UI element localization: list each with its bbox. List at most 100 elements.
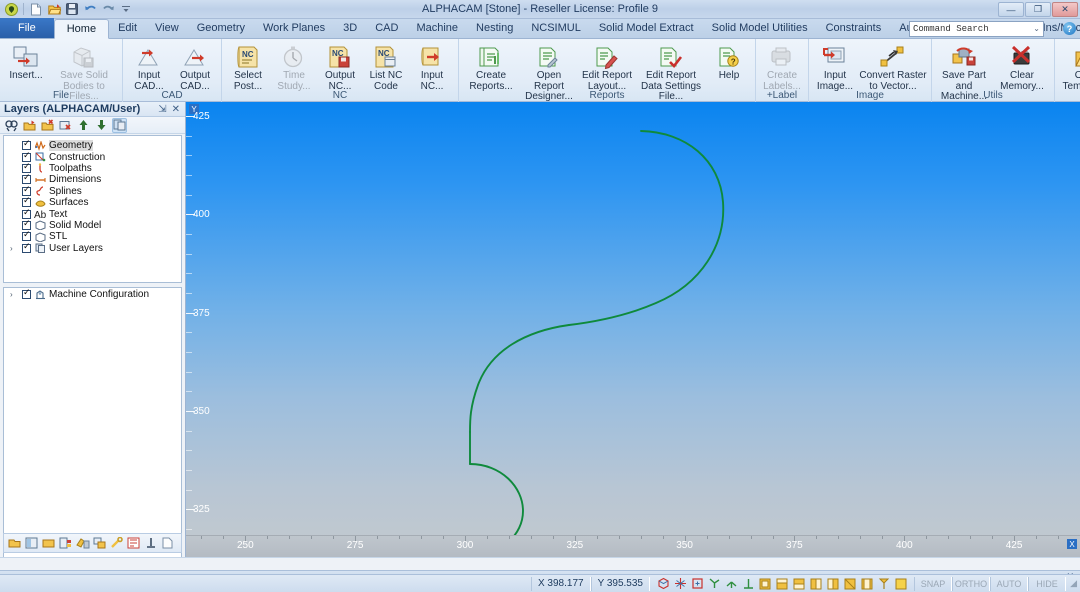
customize-qat-icon[interactable]	[118, 1, 134, 17]
tab-ncsimul[interactable]: NCSIMUL	[522, 18, 590, 38]
layer-row-stl[interactable]: STL	[4, 230, 181, 242]
layer-row-text[interactable]: AbText	[4, 208, 181, 220]
clear-memory-button[interactable]: Clear Memory...	[993, 41, 1051, 92]
tab-3d[interactable]: 3D	[334, 18, 366, 38]
layers-tree[interactable]: GeometryConstructionToolpathsDimensionsS…	[3, 135, 182, 283]
axis-tripod-icon[interactable]	[707, 577, 721, 591]
expand-chevron-icon[interactable]: ›	[10, 290, 22, 299]
drawing-canvas[interactable]: Y 425 400 375 350 325 X 250 275 300 325 350 375 40…	[186, 102, 1080, 557]
layer-row-user-layers[interactable]: › User Layers	[4, 242, 181, 254]
new-file-icon[interactable]	[28, 1, 44, 17]
tab-solid-model-utilities[interactable]: Solid Model Utilities	[703, 18, 817, 38]
delete-layer-icon[interactable]	[40, 118, 55, 133]
convert-raster-to-vector-button[interactable]: Convert Raster to Vector...	[858, 41, 928, 92]
tab-nesting[interactable]: Nesting	[467, 18, 522, 38]
app-menu-icon[interactable]	[3, 1, 19, 17]
layer-visibility-checkbox[interactable]	[22, 139, 31, 151]
shade-toggle-icon[interactable]	[894, 577, 908, 591]
datum-icon[interactable]	[143, 536, 158, 551]
tab-solid-model-extract[interactable]: Solid Model Extract	[590, 18, 703, 38]
find-layer-icon[interactable]	[4, 118, 19, 133]
layer-properties-icon[interactable]	[112, 117, 127, 133]
remove-layer-icon[interactable]	[58, 118, 73, 133]
view-iso-icon[interactable]	[758, 577, 772, 591]
layers-view-icon[interactable]	[7, 536, 22, 551]
mode-toggle-ortho[interactable]: ORTHO	[952, 576, 990, 591]
move-up-icon[interactable]	[76, 118, 91, 133]
layer-row-construction[interactable]: Construction	[4, 151, 181, 163]
tooling-icon[interactable]	[109, 536, 124, 551]
view-top-icon[interactable]	[775, 577, 789, 591]
output-nc-button[interactable]: NC Output NC...	[317, 41, 363, 92]
construction-plane-icon[interactable]	[724, 577, 738, 591]
layer-visibility-checkbox[interactable]	[22, 230, 31, 242]
zoom-window-icon[interactable]	[690, 577, 704, 591]
tab-edit[interactable]: Edit	[109, 18, 146, 38]
close-button[interactable]: ✕	[1052, 2, 1078, 17]
layer-row-toolpaths[interactable]: Toolpaths	[4, 162, 181, 174]
layer-row-splines[interactable]: Splines	[4, 185, 181, 197]
tab-machine[interactable]: Machine	[407, 18, 467, 38]
new-layer-icon[interactable]	[22, 118, 37, 133]
move-down-icon[interactable]	[94, 118, 109, 133]
tab-cad[interactable]: CAD	[366, 18, 407, 38]
open-file-icon[interactable]	[46, 1, 62, 17]
layer-visibility-checkbox[interactable]	[22, 242, 31, 253]
tab-view[interactable]: View	[146, 18, 188, 38]
chevron-down-icon[interactable]: ⌄	[1033, 24, 1040, 34]
report-help-button[interactable]: ? Help	[706, 41, 752, 82]
machine-config-checkbox[interactable]	[22, 288, 31, 300]
nesting-icon[interactable]	[126, 536, 141, 551]
material-icon[interactable]	[41, 536, 56, 551]
view-right-icon[interactable]	[809, 577, 823, 591]
layer-row-surfaces[interactable]: Surfaces	[4, 196, 181, 208]
work-plane-icon[interactable]	[741, 577, 755, 591]
input-image-button[interactable]: Input Image...	[812, 41, 858, 92]
layer-row-dimensions[interactable]: Dimensions	[4, 173, 181, 185]
layer-row-geometry[interactable]: Geometry	[4, 139, 181, 152]
rotate-view-icon[interactable]	[656, 577, 670, 591]
pan-view-icon[interactable]	[673, 577, 687, 591]
create-reports-button[interactable]: Create Reports...	[462, 41, 520, 92]
view-back-icon[interactable]	[826, 577, 840, 591]
layer-visibility-checkbox[interactable]	[22, 196, 31, 208]
view-left-icon[interactable]	[843, 577, 857, 591]
geometry-drawing[interactable]	[186, 102, 1080, 557]
operations-icon[interactable]	[58, 536, 73, 551]
datum-point-icon[interactable]	[877, 577, 891, 591]
tool-list-icon[interactable]	[24, 536, 39, 551]
tab-geometry[interactable]: Geometry	[188, 18, 254, 38]
maximize-button[interactable]: ❐	[1025, 2, 1051, 17]
undo-icon[interactable]	[82, 1, 98, 17]
list-nc-code-button[interactable]: NC List NC Code	[363, 41, 409, 92]
mode-toggle-snap[interactable]: SNAP	[914, 576, 952, 591]
expand-chevron-icon[interactable]: ›	[10, 244, 22, 253]
machining-icon[interactable]	[75, 536, 90, 551]
mode-toggle-auto[interactable]: AUTO	[990, 576, 1028, 591]
tab-file[interactable]: File	[0, 18, 54, 38]
output-cad-button[interactable]: Output CAD...	[172, 41, 218, 92]
insert-button[interactable]: Insert...	[3, 41, 49, 82]
redo-icon[interactable]	[100, 1, 116, 17]
document-icon[interactable]	[160, 536, 175, 551]
tab-constraints[interactable]: Constraints	[817, 18, 891, 38]
layer-row-solid-model[interactable]: Solid Model	[4, 219, 181, 231]
tab-work-planes[interactable]: Work Planes	[254, 18, 334, 38]
tab-home[interactable]: Home	[53, 19, 110, 39]
minimize-button[interactable]: —	[998, 2, 1024, 17]
mode-toggle-hide[interactable]: HIDE	[1028, 576, 1066, 591]
command-search-input[interactable]: Command Search ⌄	[909, 21, 1044, 37]
help-icon[interactable]: ?	[1063, 22, 1076, 35]
resize-grip[interactable]: ◢	[1066, 578, 1080, 589]
input-nc-button[interactable]: Input NC...	[409, 41, 455, 92]
collapse-ribbon-icon[interactable]: ⌃	[1051, 23, 1059, 34]
open-template-button[interactable]: Open Template...	[1058, 41, 1080, 92]
view-front-icon[interactable]	[792, 577, 806, 591]
input-cad-button[interactable]: Input CAD...	[126, 41, 172, 92]
edit-report-layout-button[interactable]: Edit Report Layout...	[578, 41, 636, 92]
view-bottom-icon[interactable]	[860, 577, 874, 591]
part-icon[interactable]	[92, 536, 107, 551]
layer-visibility-checkbox[interactable]	[22, 173, 31, 185]
select-post-button[interactable]: NC Select Post...	[225, 41, 271, 92]
pin-icon[interactable]: ⇲	[158, 104, 166, 115]
